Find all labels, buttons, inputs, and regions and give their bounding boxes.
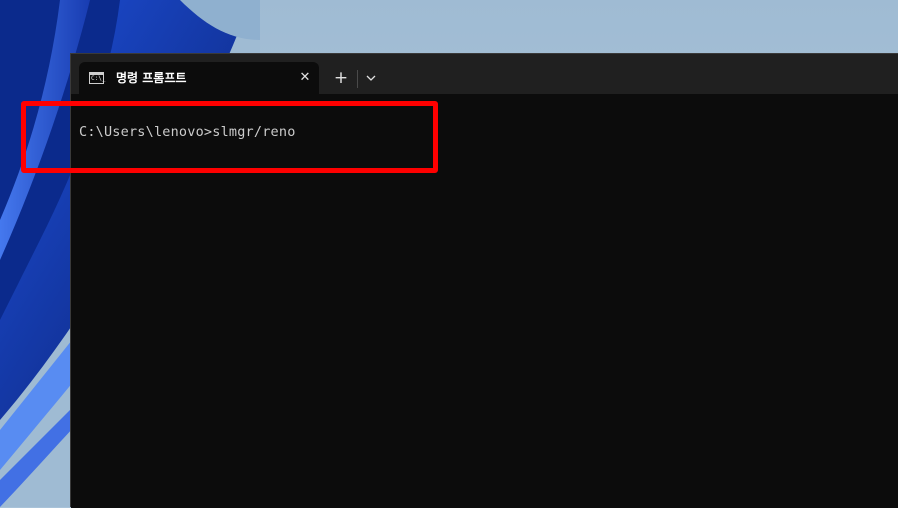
tab-command-prompt[interactable]: C:\_ 명령 프롬프트 ✕ [79, 62, 319, 94]
chevron-down-icon[interactable] [361, 66, 381, 90]
tab-bar: C:\_ 명령 프롬프트 ✕ + [71, 54, 898, 94]
plus-icon[interactable]: + [329, 66, 353, 90]
close-icon[interactable]: ✕ [294, 67, 316, 89]
tab-divider [357, 70, 358, 88]
command-prompt-icon: C:\_ [89, 72, 106, 84]
tab-title: 명령 프롬프트 [116, 71, 187, 85]
command-prompt-icon-glyph: C:\_ [91, 75, 106, 82]
highlight-box [21, 101, 438, 173]
